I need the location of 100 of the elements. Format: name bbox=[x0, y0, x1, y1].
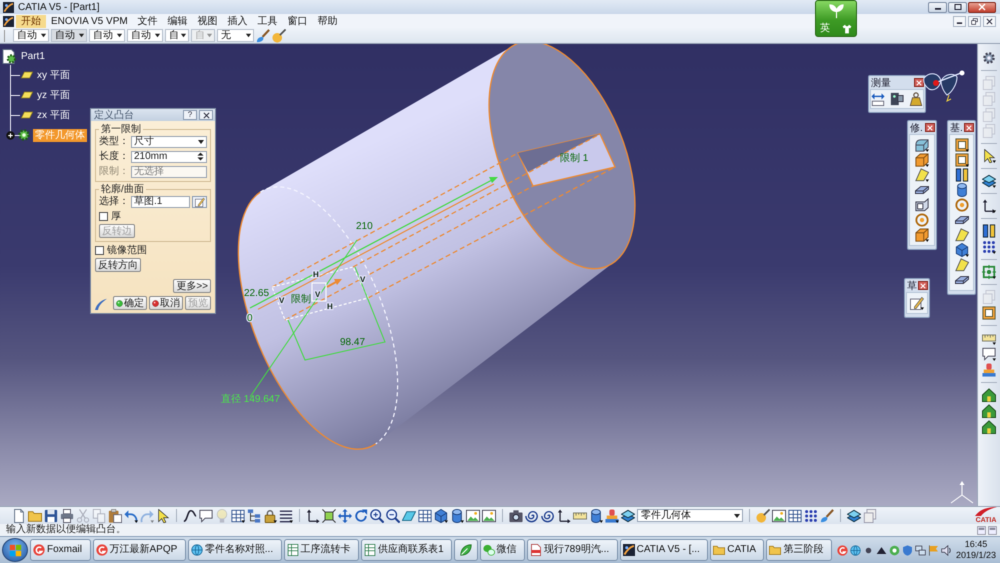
app-logo-icon[interactable] bbox=[3, 2, 14, 12]
document-icon[interactable] bbox=[12, 508, 26, 522]
ok-button[interactable]: 确定 bbox=[113, 296, 147, 310]
sphere-brush-icon[interactable] bbox=[756, 508, 770, 522]
sketch-button[interactable] bbox=[192, 196, 207, 208]
cylinder-icon[interactable] bbox=[589, 508, 603, 522]
pointer-icon[interactable] bbox=[982, 149, 996, 163]
sphere-brush-icon[interactable] bbox=[272, 28, 286, 42]
dimension-arrow-icon[interactable] bbox=[871, 92, 885, 106]
camera-icon[interactable] bbox=[509, 508, 523, 522]
menu-item[interactable]: 编辑 bbox=[162, 14, 193, 28]
close-icon[interactable] bbox=[986, 18, 993, 24]
globe-icon[interactable] bbox=[850, 544, 861, 556]
restore-icon[interactable] bbox=[971, 18, 978, 24]
dot-icon[interactable] bbox=[116, 300, 123, 306]
menu-item[interactable]: 帮助 bbox=[312, 14, 343, 28]
dropdown[interactable]: 自动 bbox=[13, 29, 49, 42]
close-button[interactable] bbox=[983, 16, 996, 26]
pointer-icon[interactable] bbox=[156, 508, 170, 522]
taskbar-button[interactable]: 现行789明汽... bbox=[527, 539, 618, 561]
close-button[interactable] bbox=[914, 78, 924, 87]
house-icon[interactable] bbox=[982, 404, 996, 418]
weight-icon[interactable] bbox=[909, 92, 923, 106]
more-button[interactable]: 更多>> bbox=[173, 279, 211, 293]
block-icon[interactable] bbox=[915, 228, 929, 242]
close-button[interactable] bbox=[968, 2, 996, 12]
caret-icon[interactable] bbox=[154, 32, 161, 39]
dot-grid-icon[interactable] bbox=[982, 240, 996, 254]
taskbar-button[interactable]: CATIA bbox=[710, 539, 764, 561]
pencil-sheet-icon[interactable] bbox=[194, 196, 204, 206]
pillars-icon[interactable] bbox=[954, 168, 968, 182]
flag-icon[interactable] bbox=[928, 544, 939, 556]
dropdown[interactable]: 自动 bbox=[89, 29, 125, 42]
pillars-icon[interactable] bbox=[982, 224, 996, 238]
sketch-profile[interactable] bbox=[271, 266, 369, 321]
menu-item[interactable]: ENOVIA V5 VPM bbox=[46, 14, 133, 28]
app-logo-icon[interactable] bbox=[3, 16, 14, 26]
panel-icon[interactable] bbox=[988, 526, 997, 534]
clipboard-icon[interactable] bbox=[108, 508, 122, 522]
square-target-icon[interactable] bbox=[982, 265, 996, 279]
close-button[interactable] bbox=[918, 281, 928, 290]
axes-icon[interactable] bbox=[557, 508, 571, 522]
paint-brush-icon[interactable] bbox=[820, 508, 834, 522]
rounded-block-icon[interactable] bbox=[915, 138, 929, 152]
undo-icon[interactable] bbox=[124, 508, 138, 522]
help-button[interactable]: ? bbox=[183, 110, 197, 120]
tree-item[interactable]: zx 平面 bbox=[35, 108, 72, 122]
checkbox[interactable] bbox=[99, 212, 108, 220]
printer-icon[interactable] bbox=[60, 508, 74, 522]
swirl-icon[interactable] bbox=[836, 544, 848, 556]
tree-item[interactable]: Part1 bbox=[19, 50, 47, 62]
checkbox[interactable] bbox=[95, 246, 104, 254]
tree-diagram-icon[interactable] bbox=[247, 508, 261, 522]
wedge-icon[interactable] bbox=[954, 228, 968, 242]
taskbar-button[interactable]: 第三阶段 bbox=[766, 539, 832, 561]
zoom-out-icon[interactable] bbox=[386, 508, 400, 522]
maximize-icon[interactable] bbox=[954, 3, 962, 11]
square-frame-icon[interactable] bbox=[954, 153, 968, 167]
house-icon[interactable] bbox=[982, 420, 996, 434]
dropdown[interactable]: 自动 bbox=[127, 29, 163, 42]
minimize-button[interactable] bbox=[953, 16, 966, 26]
compass-icon[interactable] bbox=[923, 70, 965, 102]
network-icon[interactable] bbox=[914, 544, 926, 556]
taskbar-button[interactable] bbox=[454, 539, 478, 561]
spinner-arrows-icon[interactable] bbox=[196, 152, 205, 161]
fit-all-icon[interactable] bbox=[322, 508, 336, 522]
dropdown[interactable]: 零件几何体 bbox=[637, 509, 743, 522]
block-icon[interactable] bbox=[915, 153, 929, 167]
list-icon[interactable] bbox=[279, 508, 293, 522]
maximize-button[interactable] bbox=[948, 2, 967, 12]
layers-icon[interactable] bbox=[982, 174, 996, 188]
picture-icon[interactable] bbox=[466, 508, 480, 522]
menu-item[interactable]: 工具 bbox=[252, 14, 283, 28]
taskbar-button[interactable]: CATIA V5 - [... bbox=[620, 539, 708, 561]
dropdown[interactable]: 尺寸 bbox=[131, 136, 207, 148]
picture-icon[interactable] bbox=[482, 508, 496, 522]
restore-button[interactable] bbox=[968, 16, 981, 26]
speaker-icon[interactable] bbox=[940, 544, 952, 556]
speech-bubble-icon[interactable] bbox=[982, 347, 996, 361]
cylinder-icon[interactable] bbox=[954, 183, 968, 197]
stamp-icon[interactable] bbox=[605, 508, 619, 522]
panel-icon[interactable] bbox=[977, 526, 986, 534]
dropdown[interactable]: 无 bbox=[217, 29, 254, 42]
shirt-icon[interactable] bbox=[842, 24, 852, 34]
dropdown[interactable]: 自动 bbox=[51, 29, 87, 42]
cancel-button[interactable]: 取消 bbox=[149, 296, 183, 310]
taskbar-button[interactable]: 工序流转卡 bbox=[284, 539, 360, 561]
selection-field[interactable]: 草图.1 bbox=[131, 196, 190, 208]
taskbar-button[interactable]: 供应商联系表1 bbox=[361, 539, 452, 561]
table-icon[interactable] bbox=[788, 508, 802, 522]
square-frame-icon[interactable] bbox=[982, 306, 996, 320]
spiral-icon[interactable] bbox=[525, 508, 539, 522]
menu-item[interactable]: 开始 bbox=[16, 14, 46, 28]
axes-icon[interactable] bbox=[982, 199, 996, 213]
close-icon[interactable] bbox=[202, 112, 210, 118]
menu-item[interactable]: 插入 bbox=[222, 14, 253, 28]
padlock-icon[interactable] bbox=[263, 508, 277, 522]
caret-icon[interactable] bbox=[180, 32, 187, 39]
reverse-direction-button[interactable]: 反转方向 bbox=[95, 258, 141, 272]
start-button[interactable] bbox=[2, 538, 28, 562]
